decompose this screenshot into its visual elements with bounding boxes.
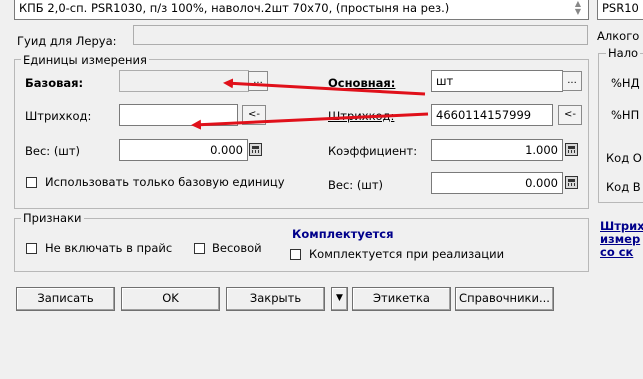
base-unit-label: Базовая: (25, 76, 84, 90)
product-name-spin-icon[interactable]: ▲ ▼ (571, 0, 585, 18)
product-name-text: КПБ 2,0-сп. PSR1030, п/з 100%, наволоч.2… (19, 1, 450, 15)
barcode2-value: 4660114157999 (436, 108, 532, 122)
alco-label: Алкого (597, 29, 640, 43)
no-price-checkbox[interactable] (26, 243, 37, 254)
right-code-field[interactable]: PSR10 (597, 0, 643, 20)
weight-label: Вес: (шт) (25, 144, 81, 158)
kit-label: Комплектуется при реализации (309, 247, 505, 261)
guid-field[interactable] (133, 25, 588, 45)
kit-checkbox[interactable] (290, 249, 301, 260)
kod-o-label: Код О (606, 151, 642, 165)
guid-label: Гуид для Леруа: (17, 34, 117, 48)
coef-calculator-icon[interactable] (565, 143, 578, 156)
kod-v-label: Код В (606, 180, 641, 194)
right-code-text: PSR10 (602, 1, 639, 15)
coef-field[interactable]: 1.000 (431, 139, 563, 161)
weight2-value: 0.000 (525, 176, 558, 190)
close-button-label: Закрыть (249, 291, 302, 305)
only-base-unit-label: Использовать только базовую единицу (45, 175, 285, 189)
main-unit-field[interactable]: шт (431, 70, 563, 92)
close-button[interactable]: Закрыть (226, 287, 325, 311)
refs-button[interactable]: Справочники... (455, 287, 554, 311)
save-button[interactable]: Записать (16, 287, 115, 311)
weight-value: 0.000 (210, 143, 243, 157)
weight2-calculator-icon[interactable] (565, 176, 578, 189)
dropdown-button[interactable]: ▼ (331, 287, 348, 311)
label-button[interactable]: Этикетка (352, 287, 451, 311)
ok-button[interactable]: OK (121, 287, 220, 311)
barcode-label: Штрихкод: (25, 109, 92, 123)
units-legend: Единицы измерения (21, 53, 149, 67)
signs-legend: Признаки (21, 211, 84, 225)
weight2-label: Вес: (шт) (328, 178, 384, 192)
barcode-units-link-3[interactable]: со ск (600, 246, 633, 259)
barcode-field[interactable] (119, 104, 238, 126)
coef-label: Коэффициент: (328, 144, 418, 158)
only-base-unit-checkbox[interactable] (26, 177, 37, 188)
barcode2-label: Штрихкод: (328, 109, 395, 123)
np-label: %НП (611, 108, 640, 122)
coef-value: 1.000 (525, 143, 558, 157)
product-name-field[interactable]: КПБ 2,0-сп. PSR1030, п/з 100%, наволоч.2… (14, 0, 589, 20)
barcode2-field[interactable]: 4660114157999 (431, 104, 553, 126)
no-price-label: Не включать в прайс (45, 241, 173, 255)
main-unit-label: Основная: (328, 76, 396, 90)
weight2-field[interactable]: 0.000 (431, 172, 563, 194)
barcode2-copy-button[interactable]: <- (558, 105, 582, 125)
nalog-legend: Нало (606, 46, 641, 60)
weight-item-label: Весовой (212, 241, 262, 255)
main-unit-value: шт (436, 74, 454, 88)
weight-field[interactable]: 0.000 (119, 139, 248, 161)
kit-title: Комплектуется (292, 227, 394, 241)
base-unit-select-button[interactable]: ... (248, 71, 268, 91)
barcode-copy-button[interactable]: <- (242, 105, 266, 125)
weight-item-checkbox[interactable] (194, 243, 205, 254)
nds-label: %НД (611, 76, 640, 90)
weight-calculator-icon[interactable] (249, 143, 262, 156)
base-unit-field[interactable] (119, 70, 249, 92)
main-unit-select-button[interactable]: ... (562, 71, 582, 91)
